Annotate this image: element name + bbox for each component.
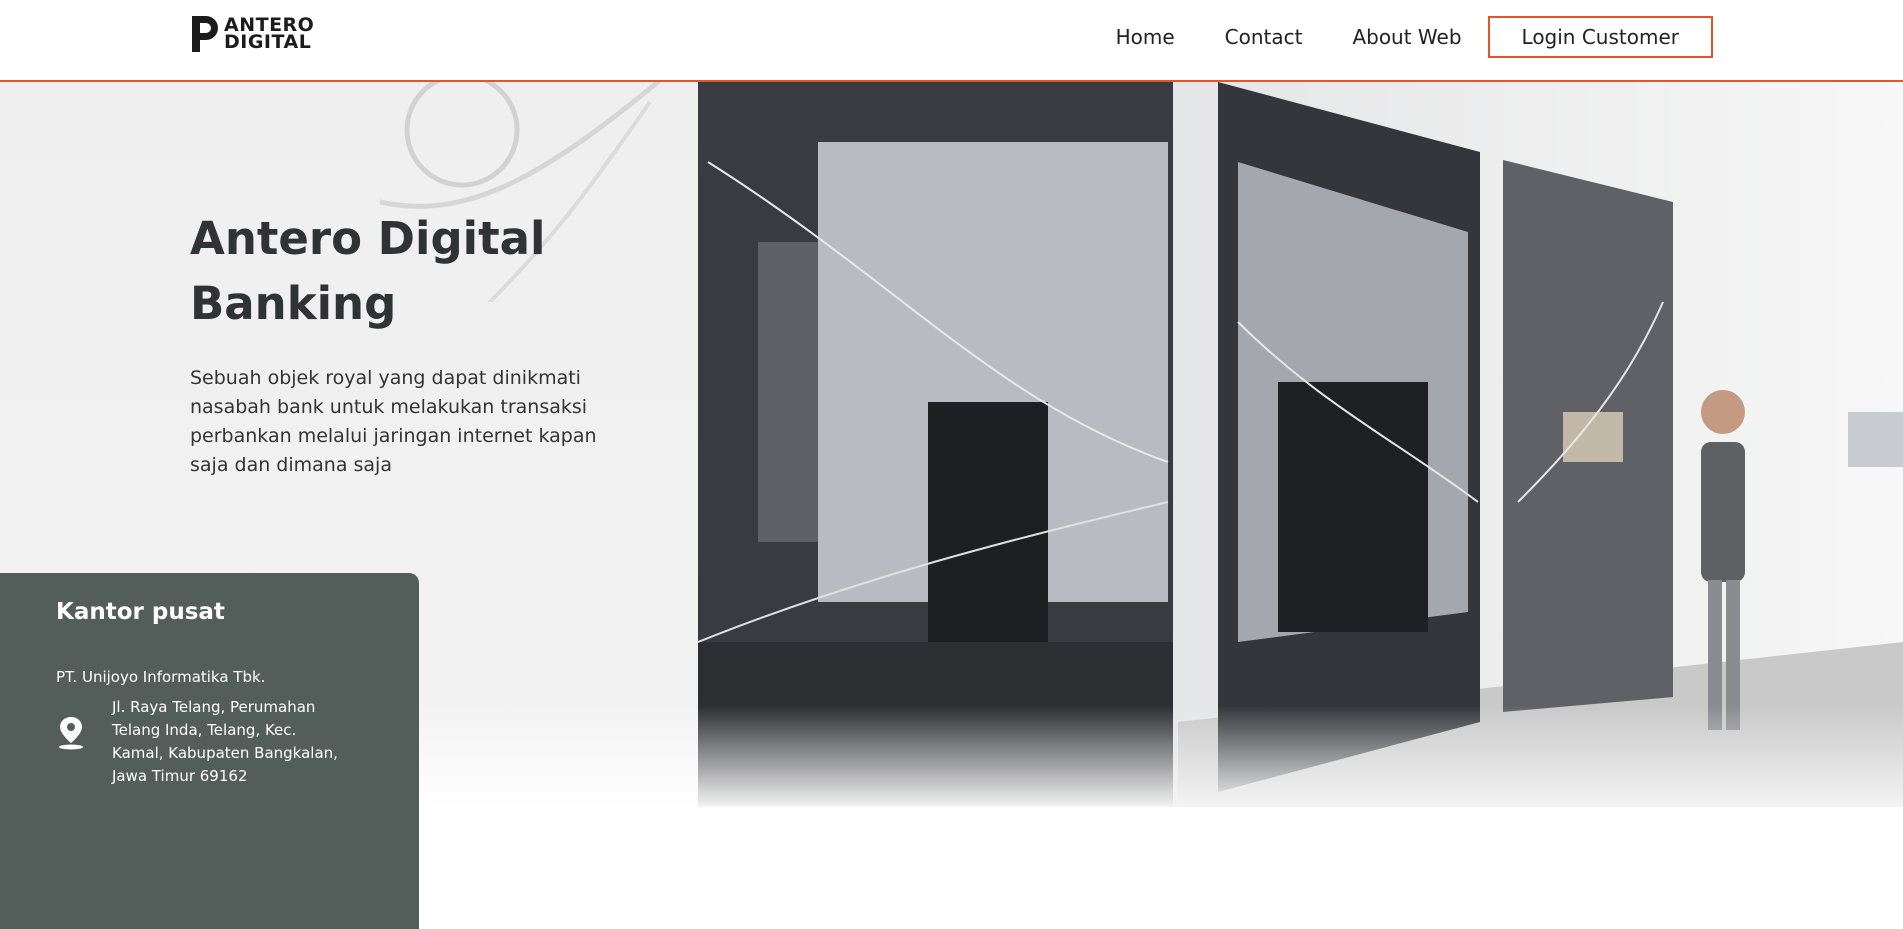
brand-wordmark: ANTERO DIGITAL <box>224 16 314 53</box>
office-address: Jl. Raya Telang, Perumahan Telang Inda, … <box>112 698 338 785</box>
brand-logo[interactable]: ANTERO DIGITAL <box>192 16 314 52</box>
nav-home-link[interactable]: Home <box>1116 25 1175 49</box>
logo-mark-icon <box>192 16 220 52</box>
office-title: Kantor pusat <box>56 599 225 625</box>
login-customer-button[interactable]: Login Customer <box>1487 16 1713 58</box>
gallery-hero-image <box>698 82 1903 807</box>
hero-description: Sebuah objek royal yang dapat dinikmati … <box>190 367 597 476</box>
location-pin-icon <box>59 717 83 750</box>
hero-title: Antero Digital Banking <box>190 212 546 330</box>
brand-line-2: DIGITAL <box>224 31 312 53</box>
nav-about-link[interactable]: About Web <box>1352 25 1461 49</box>
head-office-card: Kantor pusat PT. Unijoyo Informatika Tbk… <box>0 573 419 929</box>
main-nav: Home Contact About Web Login Customer <box>1066 16 1713 58</box>
office-company: PT. Unijoyo Informatika Tbk. <box>56 668 266 686</box>
site-header: ANTERO DIGITAL Home Contact About Web Lo… <box>0 0 1903 82</box>
nav-contact-link[interactable]: Contact <box>1225 25 1303 49</box>
